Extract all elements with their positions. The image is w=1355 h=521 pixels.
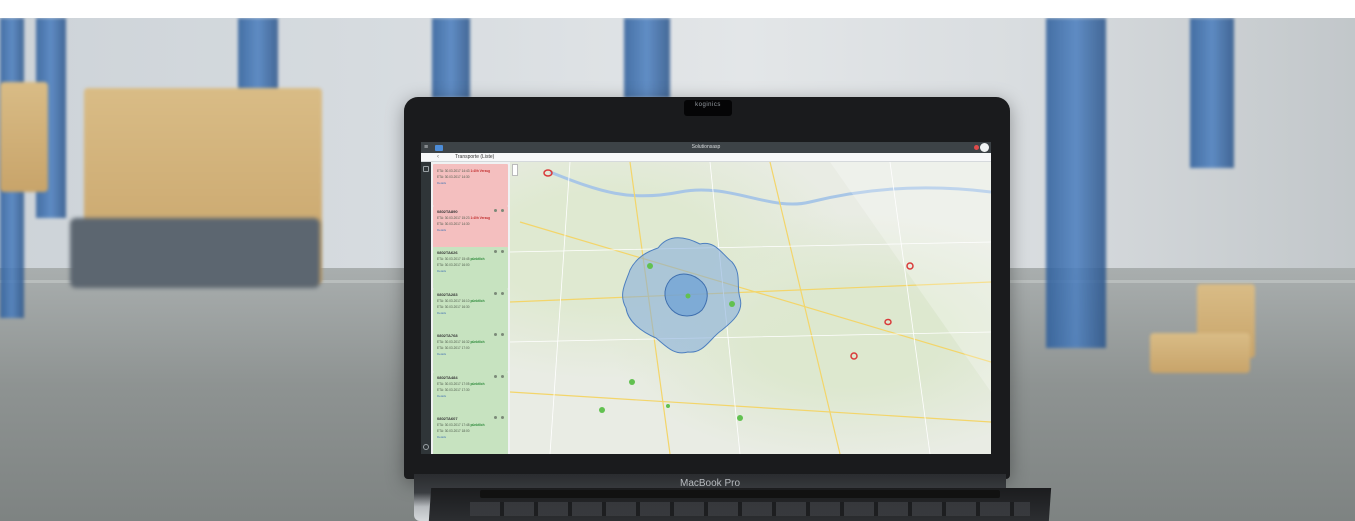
vehicle-marker[interactable]: [729, 301, 735, 307]
eta-line: ETA: 30.03.2017 14:30: [437, 221, 470, 226]
laptop-screen: ≡ Solutionsasp ‹ Transporte (Liste) ETA:…: [421, 142, 991, 454]
details-link[interactable]: Details: [437, 311, 505, 315]
eta-line: ETA: 30.03.2017 17:48 pünktlich: [437, 423, 485, 427]
transport-list: ETA: 30.03.2017 14:43 1:40h Verzug ETA: 3…: [431, 162, 510, 454]
transport-card[interactable]: 0802TA626 ETA: 30.03.2017 15:45 pünktlich…: [433, 247, 508, 289]
details-link[interactable]: Details: [437, 352, 505, 356]
transport-card[interactable]: ETA: 30.03.2017 14:43 1:40h Verzug ETA: 3…: [433, 164, 508, 206]
eta-line: ETA: 30.03.2017 16:32 pünktlich: [437, 340, 485, 344]
eta-line: ETA: 30.03.2017 14:43 1:40h Verzug: [437, 169, 491, 173]
eta-line: ETA: 30.03.2017 16:10 pünktlich: [437, 298, 485, 303]
eta-line: ETA: 30.03.2017 15:45 pünktlich: [437, 257, 485, 261]
transport-card[interactable]: 0802TA484 ETA: 30.03.2017 17:05 pünktlich…: [433, 371, 508, 414]
card-tools[interactable]: [494, 291, 504, 296]
key-row: [470, 502, 1030, 516]
details-link[interactable]: Details: [437, 181, 505, 185]
zoom-control[interactable]: [512, 164, 518, 176]
details-link[interactable]: Details: [437, 435, 505, 439]
touch-bar: [480, 490, 1000, 498]
blue-pillar: [624, 18, 670, 98]
card-tools[interactable]: [494, 374, 504, 379]
transport-card[interactable]: 0802TA283 ETA: 30.03.2017 16:10 pünktlich…: [433, 288, 508, 331]
avatar[interactable]: [980, 143, 989, 152]
vehicle-marker[interactable]: [647, 263, 653, 269]
transport-card[interactable]: 0802TA768 ETA: 30.03.2017 16:32 pünktlich…: [433, 330, 508, 372]
top-margin: [0, 0, 1355, 18]
details-link[interactable]: Details: [437, 269, 505, 273]
card-tools[interactable]: [494, 208, 504, 213]
eta-line: ETA: 30.03.2017 16:00: [437, 263, 470, 267]
vehicle-marker[interactable]: [629, 379, 635, 385]
eta-line: ETA: 30.03.2017 17:30: [437, 387, 470, 392]
tab-transport-list[interactable]: Transporte (Liste): [455, 153, 494, 162]
back-arrow-icon[interactable]: ‹: [437, 153, 439, 162]
eta-line: ETA: 30.03.2017 17:00: [437, 346, 470, 350]
eta-line: ETA: 30.03.2017 15:23 1:40h Verzug: [437, 215, 491, 220]
cardboard-box: [0, 82, 48, 192]
transport-card[interactable]: 0802TA890 ETA: 30.03.2017 15:23 1:40h Ver…: [433, 205, 508, 248]
settings-icon[interactable]: [423, 444, 429, 450]
details-link[interactable]: Details: [437, 394, 505, 398]
highway: [510, 391, 991, 423]
card-tools[interactable]: [494, 416, 504, 420]
pallet-truck: [70, 218, 320, 288]
blue-pillar: [432, 18, 470, 98]
eta-line: ETA: 30.03.2017 18:00: [437, 429, 470, 433]
card-tools[interactable]: [494, 250, 504, 254]
blue-pillar: [1046, 18, 1106, 348]
vehicle-marker[interactable]: [666, 404, 670, 408]
screen-glare: [830, 162, 991, 392]
app-titlebar: ≡ Solutionsasp: [421, 142, 991, 153]
map-canvas: [510, 162, 991, 454]
window-title: Solutionsasp: [691, 144, 721, 150]
cardboard-box: [1150, 333, 1250, 373]
vehicle-marker[interactable]: [599, 407, 605, 413]
vehicle-marker[interactable]: [737, 415, 743, 421]
details-link[interactable]: Details: [437, 228, 505, 232]
map-view[interactable]: [510, 162, 991, 454]
transport-card[interactable]: 0802TA607 ETA: 30.03.2017 17:48 pünktlich…: [433, 413, 508, 454]
alert-marker[interactable]: [850, 352, 858, 360]
alert-marker[interactable]: [884, 318, 892, 326]
home-icon[interactable]: [423, 166, 429, 172]
tab-bar: ‹ Transporte (Liste): [421, 153, 991, 162]
eta-line: ETA: 30.03.2017 16:30: [437, 304, 470, 309]
eta-line: ETA: 30.03.2017 17:05 pünktlich: [437, 381, 485, 386]
card-tools[interactable]: [494, 333, 504, 337]
blue-pillar: [1190, 18, 1234, 168]
nav-rail: [421, 162, 431, 454]
webcam-label: koginics: [695, 102, 721, 108]
close-icon[interactable]: [974, 145, 979, 150]
eta-line: ETA: 30.03.2017 14:30: [437, 175, 470, 179]
vehicle-marker[interactable]: [685, 293, 691, 299]
